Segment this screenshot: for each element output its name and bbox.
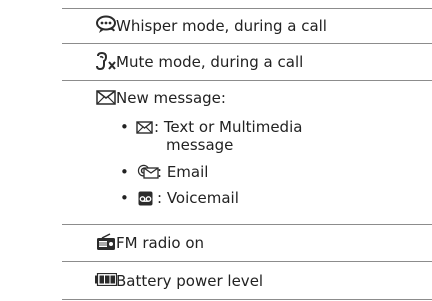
bullet: • [120,163,129,181]
table-divider [62,8,432,9]
row-description: New message: [116,89,226,107]
row-description: Mute mode, during a call [116,53,304,71]
table-divider [62,43,432,44]
table-divider [62,299,432,300]
new-message-envelope-icon [96,90,116,105]
subitem-label-continued: message [166,136,234,154]
whisper-mode-icon [95,15,117,35]
fm-radio-icon [96,233,116,251]
battery-icon [95,273,117,286]
row-description: Whisper mode, during a call [116,17,327,35]
subitem-label: : Email [157,163,209,181]
table-divider [62,224,432,225]
bullet: • [120,189,129,207]
mute-mode-icon [94,52,118,72]
bullet: • [120,118,129,136]
subitem-label: : Text or Multimedia [154,118,303,136]
voicemail-icon [138,191,153,206]
subitem-label: : Voicemail [157,189,239,207]
row-description: Battery power level [116,272,264,290]
table-divider [62,80,432,81]
table-divider [62,261,432,262]
row-description: FM radio on [116,234,205,252]
text-message-envelope-icon [136,121,153,134]
